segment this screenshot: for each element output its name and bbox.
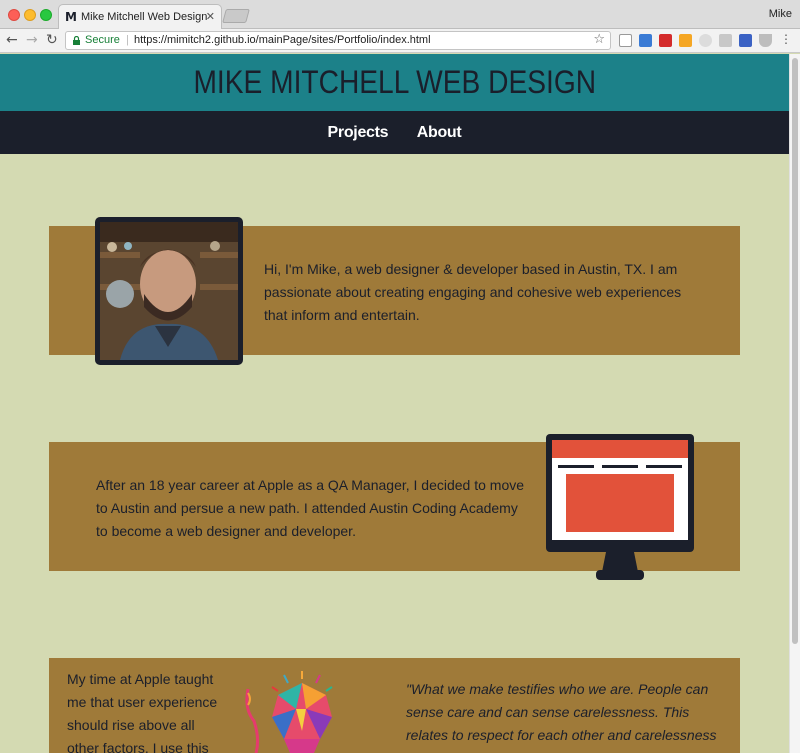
site-favicon-icon: M [65, 10, 77, 24]
browser-menu-icon[interactable]: ⋮ [780, 33, 792, 45]
back-arrow-icon[interactable]: ← [6, 32, 18, 48]
browser-toolbar: ← → ↻ Secure | https://mimitch2.github.i… [0, 29, 800, 53]
close-window-button[interactable] [8, 9, 20, 21]
address-bar[interactable]: Secure | https://mimitch2.github.io/main… [65, 31, 611, 50]
nav-link-projects[interactable]: Projects [328, 111, 389, 154]
url-text[interactable]: https://mimitch2.github.io/mainPage/site… [134, 34, 431, 46]
browser-tab[interactable]: M Mike Mitchell Web Design ✕ [58, 4, 222, 29]
intro-text: Hi, I'm Mike, a web designer & developer… [264, 261, 682, 323]
browser-tab-bar: M Mike Mitchell Web Design ✕ Mike [0, 0, 800, 29]
extension-icon-3[interactable] [659, 34, 672, 47]
extension-icon-1[interactable] [619, 34, 632, 47]
minimize-window-button[interactable] [24, 9, 36, 21]
extension-icon-6[interactable] [719, 34, 732, 47]
bookmark-star-icon[interactable]: ☆ [593, 32, 605, 47]
nav-link-about[interactable]: About [417, 111, 462, 154]
extension-icon-4[interactable] [679, 34, 692, 47]
reload-icon[interactable]: ↻ [46, 32, 58, 48]
lightbulb-icon [245, 671, 333, 753]
new-tab-button[interactable] [222, 9, 250, 23]
site-nav: Projects About [0, 111, 789, 154]
tab-title: Mike Mitchell Web Design [81, 11, 208, 23]
site-header: MIKE MITCHELL WEB DESIGN [0, 54, 789, 111]
ux-text: My time at Apple taught me that user exp… [67, 671, 218, 753]
extension-icon-8[interactable] [759, 34, 772, 47]
forward-arrow-icon[interactable]: → [26, 32, 38, 48]
career-text: After an 18 year career at Apple as a QA… [96, 477, 525, 539]
scrollbar-thumb[interactable] [792, 58, 798, 644]
page-scrollbar[interactable] [789, 54, 800, 753]
page-viewport: MIKE MITCHELL WEB DESIGN Projects About [0, 54, 789, 753]
profile-photo [100, 222, 238, 360]
avatar [95, 217, 243, 365]
extension-icon-5[interactable] [699, 34, 712, 47]
tab-close-icon[interactable]: ✕ [206, 10, 215, 23]
url-separator: | [126, 34, 129, 46]
extension-icon-7[interactable] [739, 34, 752, 47]
site-title: MIKE MITCHELL WEB DESIGN [193, 64, 596, 100]
monitor-icon [546, 434, 694, 580]
maximize-window-button[interactable] [40, 9, 52, 21]
extension-icon-2[interactable] [639, 34, 652, 47]
lock-icon [73, 36, 80, 45]
apple-quote: "What we make testifies who we are. Peop… [406, 681, 717, 753]
profile-name[interactable]: Mike [769, 8, 792, 20]
secure-label: Secure [85, 34, 120, 46]
